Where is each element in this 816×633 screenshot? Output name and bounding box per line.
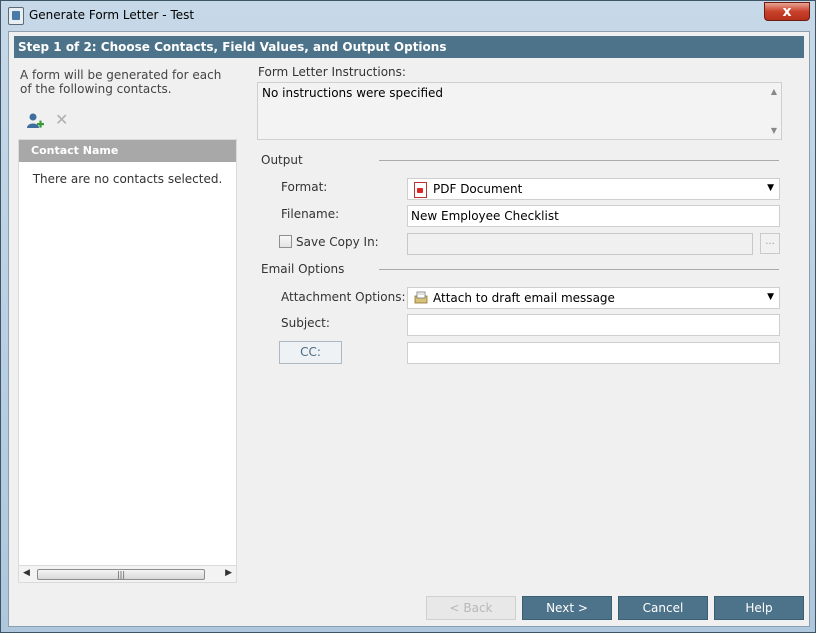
- chevron-down-icon: ▼: [767, 183, 774, 193]
- dialog-window: Generate Form Letter - Test x Step 1 of …: [0, 0, 816, 633]
- scroll-up-icon[interactable]: ▲: [771, 87, 777, 96]
- back-button: < Back: [426, 596, 516, 620]
- scroll-down-icon[interactable]: ▼: [771, 126, 777, 135]
- chevron-down-icon: ▼: [767, 292, 774, 302]
- instructions-text: No instructions were specified: [262, 86, 444, 100]
- contacts-horizontal-scrollbar[interactable]: ◀ ||| ▶: [18, 565, 237, 583]
- step-header: Step 1 of 2: Choose Contacts, Field Valu…: [14, 36, 804, 58]
- format-value: PDF Document: [433, 182, 523, 196]
- email-divider: [379, 269, 779, 270]
- save-copy-label: Save Copy In:: [296, 235, 379, 249]
- dialog-body: Step 1 of 2: Choose Contacts, Field Valu…: [8, 31, 810, 627]
- window-title: Generate Form Letter - Test: [29, 8, 195, 22]
- cancel-button[interactable]: Cancel: [618, 596, 708, 620]
- save-copy-checkbox[interactable]: [279, 235, 292, 248]
- attachment-icon: [414, 291, 428, 304]
- format-label: Format:: [281, 180, 328, 194]
- next-button[interactable]: Next >: [522, 596, 612, 620]
- app-icon: [8, 7, 24, 25]
- browse-button: ...: [760, 233, 780, 254]
- cc-button[interactable]: CC:: [279, 341, 342, 364]
- scroll-thumb[interactable]: |||: [37, 569, 205, 580]
- filename-value: New Employee Checklist: [411, 209, 559, 223]
- pdf-icon: [414, 182, 427, 198]
- format-dropdown[interactable]: PDF Document ▼: [407, 178, 780, 200]
- cc-field[interactable]: [407, 342, 780, 364]
- attachment-options-label: Attachment Options:: [281, 290, 406, 304]
- title-bar: Generate Form Letter - Test x: [1, 1, 815, 31]
- attachment-options-value: Attach to draft email message: [433, 291, 615, 305]
- subject-label: Subject:: [281, 316, 330, 330]
- scroll-left-arrow-icon[interactable]: ◀: [23, 568, 30, 578]
- instructions-label: Form Letter Instructions:: [258, 65, 406, 79]
- filename-field[interactable]: New Employee Checklist: [407, 205, 780, 227]
- close-button[interactable]: x: [764, 2, 810, 21]
- remove-contact-icon[interactable]: ✕: [55, 110, 68, 129]
- contacts-description: A form will be generated for each of the…: [20, 68, 222, 96]
- empty-contacts-message: There are no contacts selected.: [32, 172, 223, 186]
- filename-label: Filename:: [281, 207, 340, 221]
- output-section-label: Output: [261, 153, 303, 167]
- contacts-list: Contact Name There are no contacts selec…: [18, 139, 237, 583]
- email-options-section-label: Email Options: [261, 262, 345, 276]
- output-divider: [379, 160, 779, 161]
- save-copy-path-field: [407, 233, 753, 255]
- subject-field[interactable]: [407, 314, 780, 336]
- add-contact-icon[interactable]: [26, 112, 44, 130]
- attachment-options-dropdown[interactable]: Attach to draft email message ▼: [407, 287, 780, 309]
- help-button[interactable]: Help: [714, 596, 804, 620]
- instructions-box: No instructions were specified ▲ ▼: [257, 82, 782, 140]
- scroll-right-arrow-icon[interactable]: ▶: [225, 568, 232, 578]
- contact-name-column-header[interactable]: Contact Name: [19, 140, 236, 162]
